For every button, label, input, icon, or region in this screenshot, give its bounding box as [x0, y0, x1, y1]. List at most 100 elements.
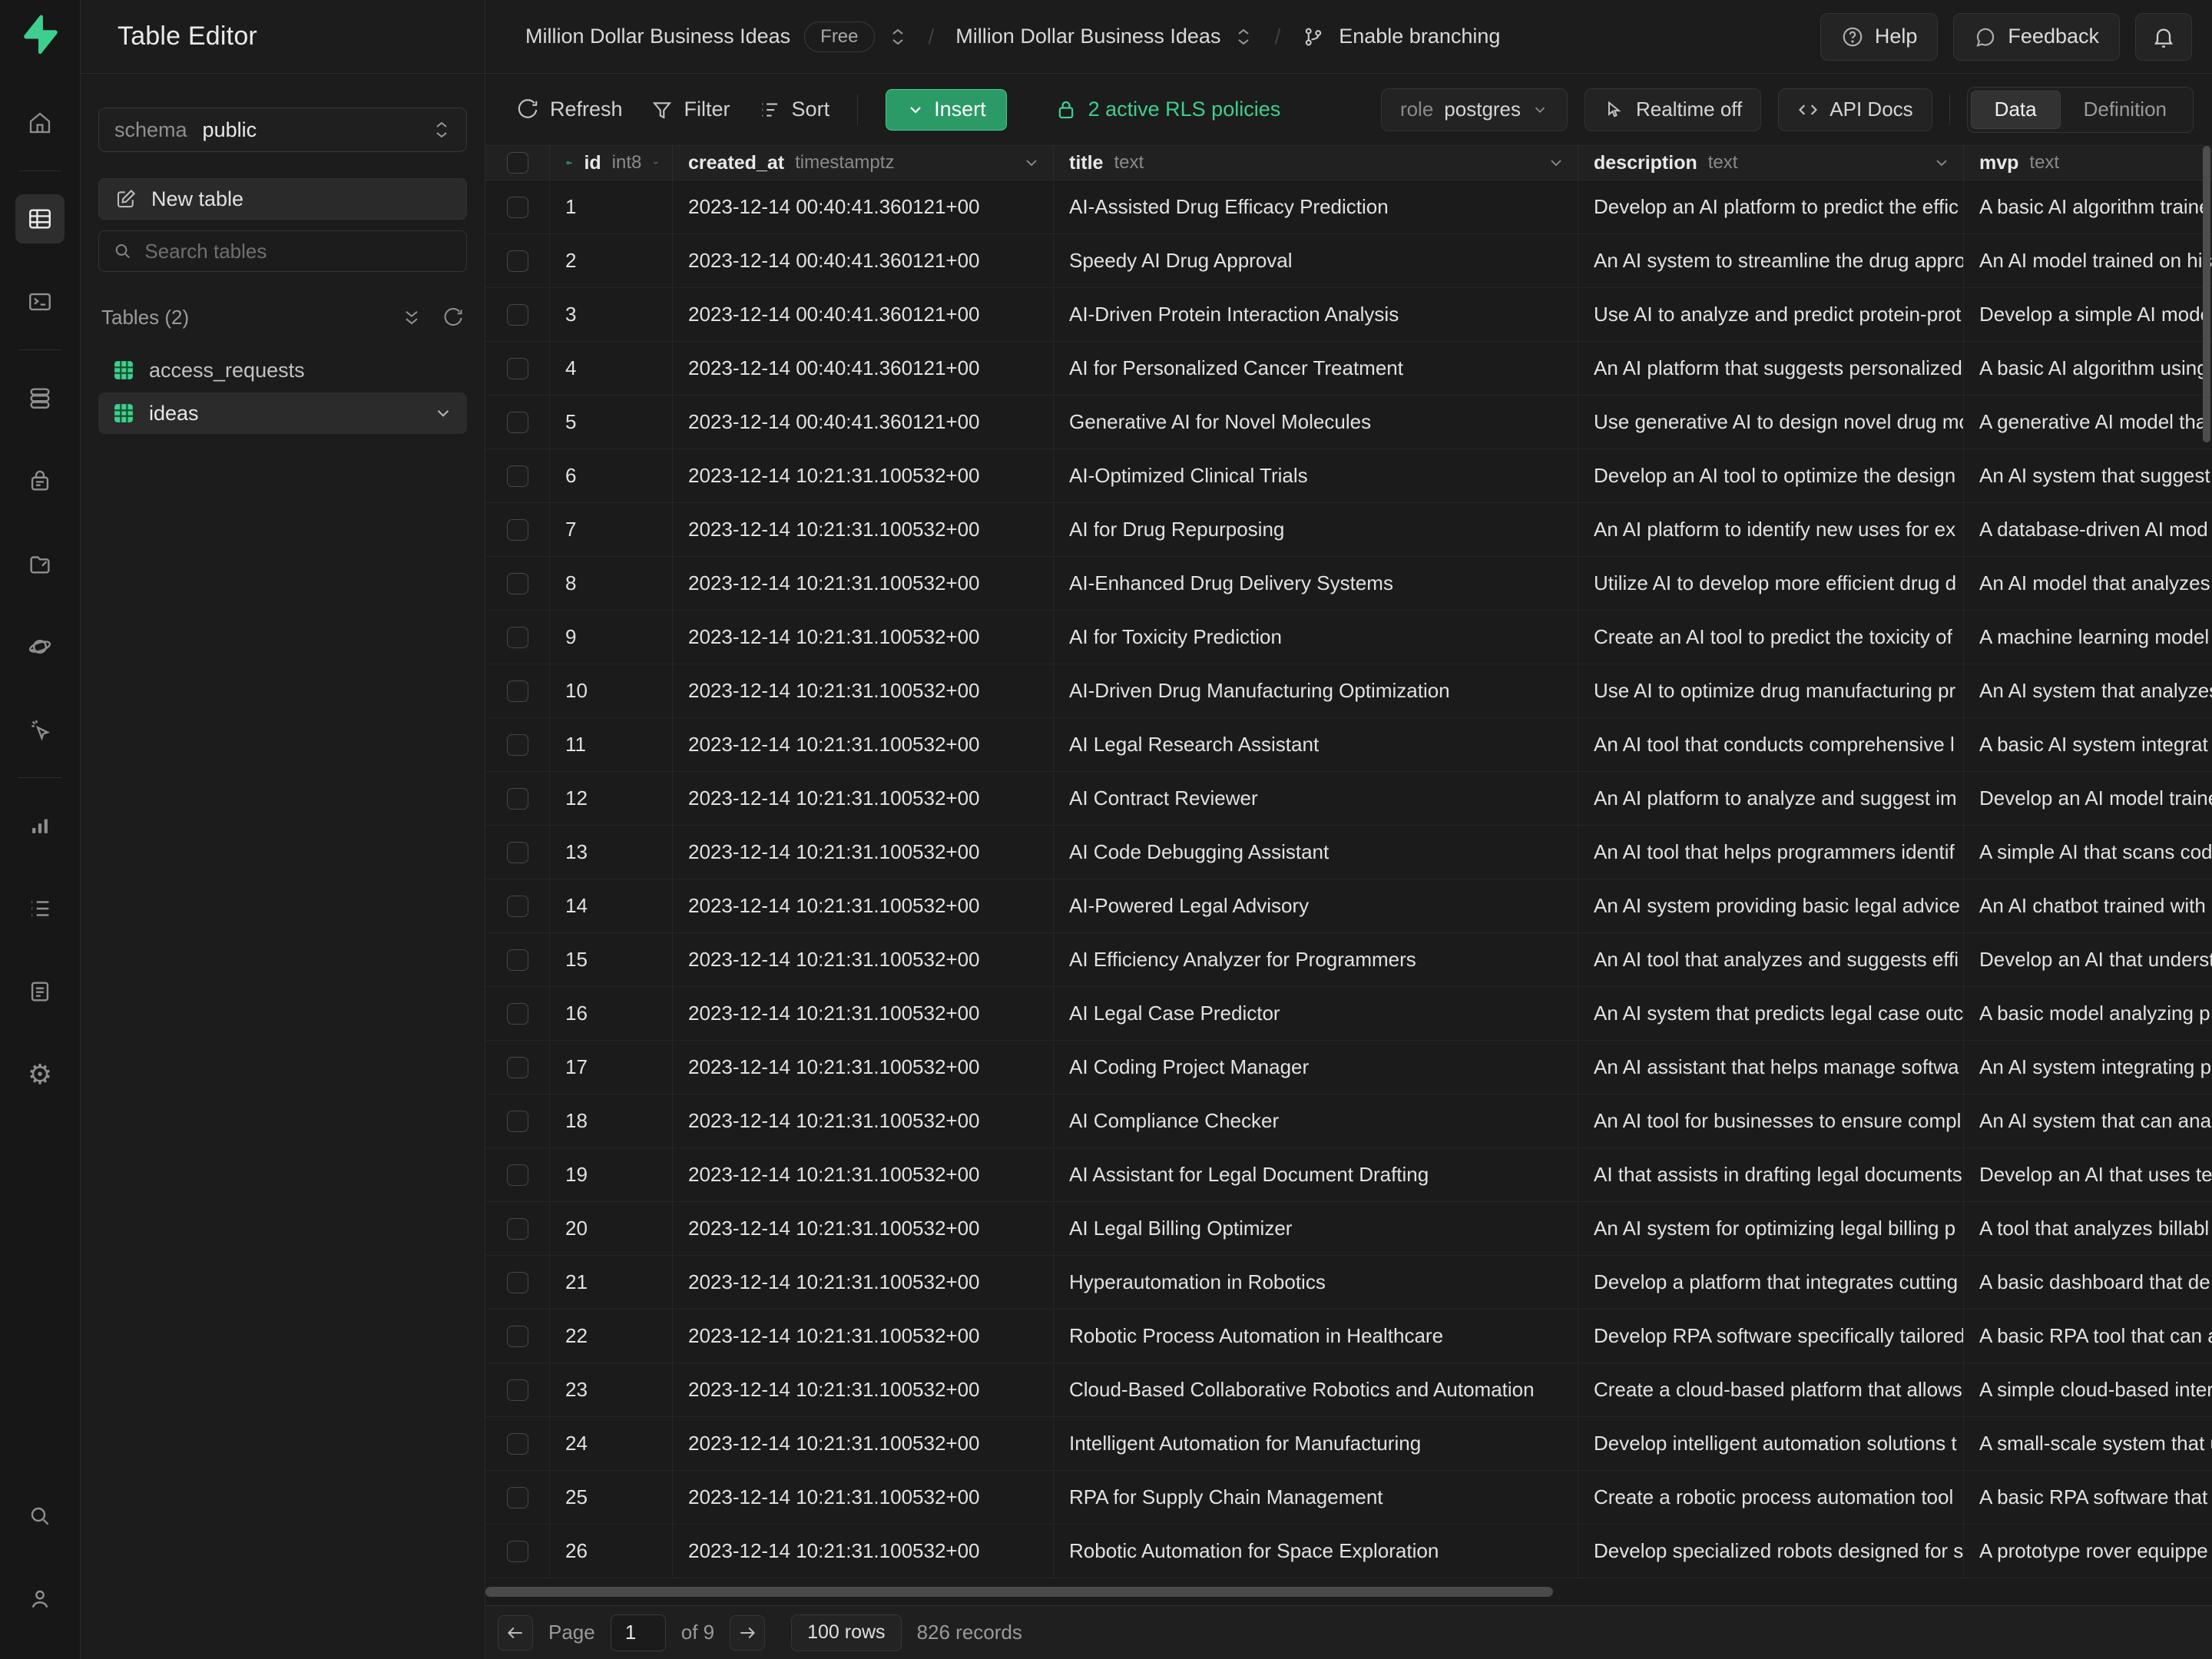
cell-id[interactable]: 1 — [550, 180, 673, 233]
row-checkbox[interactable] — [485, 933, 550, 986]
supabase-logo-icon[interactable] — [20, 14, 60, 54]
cell-created-at[interactable]: 2023-12-14 00:40:41.360121+00 — [673, 396, 1054, 449]
row-checkbox[interactable] — [485, 1041, 550, 1094]
row-checkbox[interactable] — [485, 879, 550, 932]
row-checkbox[interactable] — [485, 1202, 550, 1255]
search-icon[interactable] — [15, 1492, 65, 1541]
cell-description[interactable]: An AI platform that suggests personalize… — [1578, 342, 1964, 395]
cell-title[interactable]: Intelligent Automation for Manufacturing — [1054, 1417, 1578, 1470]
cell-id[interactable]: 3 — [550, 288, 673, 341]
cell-id[interactable]: 10 — [550, 664, 673, 717]
cell-created-at[interactable]: 2023-12-14 00:40:41.360121+00 — [673, 180, 1054, 233]
cell-mvp[interactable]: An AI system that suggest — [1964, 449, 2212, 502]
cell-id[interactable]: 5 — [550, 396, 673, 449]
cell-title[interactable]: Cloud-Based Collaborative Robotics and A… — [1054, 1363, 1578, 1416]
horizontal-scrollbar-thumb[interactable] — [485, 1587, 1553, 1597]
refresh-button[interactable]: Refresh — [516, 98, 623, 121]
cell-id[interactable]: 21 — [550, 1256, 673, 1309]
cell-description[interactable]: An AI tool that conducts comprehensive l — [1578, 718, 1964, 771]
cell-id[interactable]: 15 — [550, 933, 673, 986]
api-docs-button[interactable]: API Docs — [1778, 88, 1932, 131]
cell-title[interactable]: AI-Driven Drug Manufacturing Optimizatio… — [1054, 664, 1578, 717]
cell-title[interactable]: AI Coding Project Manager — [1054, 1041, 1578, 1094]
cell-title[interactable]: AI Assistant for Legal Document Drafting — [1054, 1148, 1578, 1201]
row-checkbox[interactable] — [485, 234, 550, 287]
cell-title[interactable]: Speedy AI Drug Approval — [1054, 234, 1578, 287]
cell-mvp[interactable]: An AI chatbot trained with — [1964, 879, 2212, 932]
cell-id[interactable]: 25 — [550, 1471, 673, 1524]
chevron-down-icon[interactable] — [1022, 154, 1041, 172]
cell-id[interactable]: 14 — [550, 879, 673, 932]
cell-title[interactable]: AI Contract Reviewer — [1054, 772, 1578, 825]
row-checkbox[interactable] — [485, 987, 550, 1040]
cell-mvp[interactable]: Develop an AI that underst — [1964, 933, 2212, 986]
cell-description[interactable]: An AI platform to identify new uses for … — [1578, 503, 1964, 556]
chevron-updown-icon[interactable] — [1234, 26, 1253, 48]
cell-title[interactable]: AI Legal Billing Optimizer — [1054, 1202, 1578, 1255]
cell-description[interactable]: Use AI to analyze and predict protein-pr… — [1578, 288, 1964, 341]
home-icon[interactable] — [15, 98, 65, 147]
row-checkbox[interactable] — [485, 1310, 550, 1363]
cell-mvp[interactable]: Develop a simple AI model — [1964, 288, 2212, 341]
cell-created-at[interactable]: 2023-12-14 00:40:41.360121+00 — [673, 342, 1054, 395]
cell-mvp[interactable]: A basic AI algorithm traine — [1964, 180, 2212, 233]
cell-created-at[interactable]: 2023-12-14 10:21:31.100532+00 — [673, 1363, 1054, 1416]
column-header-title[interactable]: title text — [1054, 146, 1578, 180]
refresh-icon[interactable] — [442, 307, 464, 329]
feedback-button[interactable]: Feedback — [1953, 13, 2120, 61]
cell-created-at[interactable]: 2023-12-14 10:21:31.100532+00 — [673, 449, 1054, 502]
cell-description[interactable]: Develop intelligent automation solutions… — [1578, 1417, 1964, 1470]
cell-created-at[interactable]: 2023-12-14 10:21:31.100532+00 — [673, 1310, 1054, 1363]
cell-mvp[interactable]: A basic RPA software that — [1964, 1471, 2212, 1524]
notifications-button[interactable] — [2135, 13, 2192, 61]
cell-title[interactable]: Generative AI for Novel Molecules — [1054, 396, 1578, 449]
cell-created-at[interactable]: 2023-12-14 10:21:31.100532+00 — [673, 1202, 1054, 1255]
cell-id[interactable]: 13 — [550, 826, 673, 879]
cell-title[interactable]: AI Legal Research Assistant — [1054, 718, 1578, 771]
cell-description[interactable]: Develop an AI platform to predict the ef… — [1578, 180, 1964, 233]
row-checkbox[interactable] — [485, 718, 550, 771]
enable-branching-button[interactable]: Enable branching — [1339, 25, 1500, 48]
table-editor-icon[interactable] — [15, 194, 65, 243]
cell-id[interactable]: 7 — [550, 503, 673, 556]
rls-policies-button[interactable]: 2 active RLS policies — [1055, 98, 1281, 121]
cell-id[interactable]: 4 — [550, 342, 673, 395]
cell-description[interactable]: Create an AI tool to predict the toxicit… — [1578, 611, 1964, 664]
cell-id[interactable]: 22 — [550, 1310, 673, 1363]
cell-id[interactable]: 17 — [550, 1041, 673, 1094]
cell-description[interactable]: Develop an AI tool to optimize the desig… — [1578, 449, 1964, 502]
cell-created-at[interactable]: 2023-12-14 00:40:41.360121+00 — [673, 234, 1054, 287]
select-all-checkbox[interactable] — [485, 146, 550, 180]
settings-icon[interactable]: ⚙ — [15, 1050, 65, 1099]
cell-description[interactable]: An AI tool for businesses to ensure comp… — [1578, 1094, 1964, 1147]
cell-created-at[interactable]: 2023-12-14 10:21:31.100532+00 — [673, 1094, 1054, 1147]
cell-created-at[interactable]: 2023-12-14 10:21:31.100532+00 — [673, 772, 1054, 825]
cell-title[interactable]: AI Legal Case Predictor — [1054, 987, 1578, 1040]
insert-button[interactable]: Insert — [886, 89, 1007, 131]
chevron-down-icon[interactable] — [1547, 154, 1565, 172]
cell-created-at[interactable]: 2023-12-14 10:21:31.100532+00 — [673, 1525, 1054, 1578]
cell-description[interactable]: Use AI to optimize drug manufacturing pr — [1578, 664, 1964, 717]
cell-id[interactable]: 26 — [550, 1525, 673, 1578]
cell-created-at[interactable]: 2023-12-14 10:21:31.100532+00 — [673, 1256, 1054, 1309]
logs-icon[interactable] — [15, 884, 65, 933]
cell-created-at[interactable]: 2023-12-14 10:21:31.100532+00 — [673, 503, 1054, 556]
chevron-down-icon[interactable] — [433, 403, 453, 423]
cell-mvp[interactable]: A simple cloud-based inter — [1964, 1363, 2212, 1416]
cell-id[interactable]: 11 — [550, 718, 673, 771]
cell-created-at[interactable]: 2023-12-14 10:21:31.100532+00 — [673, 933, 1054, 986]
cell-id[interactable]: 20 — [550, 1202, 673, 1255]
cell-description[interactable]: Develop RPA software specifically tailor… — [1578, 1310, 1964, 1363]
cell-id[interactable]: 24 — [550, 1417, 673, 1470]
cell-title[interactable]: AI Compliance Checker — [1054, 1094, 1578, 1147]
cell-mvp[interactable]: An AI model trained on his — [1964, 234, 2212, 287]
cell-id[interactable]: 8 — [550, 557, 673, 610]
column-header-id[interactable]: id int8 — [550, 146, 673, 180]
sidebar-item-ideas[interactable]: ideas — [98, 392, 467, 434]
cell-mvp[interactable]: An AI system that analyzes — [1964, 664, 2212, 717]
cell-mvp[interactable]: A basic model analyzing p — [1964, 987, 2212, 1040]
row-checkbox[interactable] — [485, 557, 550, 610]
row-checkbox[interactable] — [485, 503, 550, 556]
cell-created-at[interactable]: 2023-12-14 10:21:31.100532+00 — [673, 1148, 1054, 1201]
chevron-down-icon[interactable] — [652, 154, 660, 172]
